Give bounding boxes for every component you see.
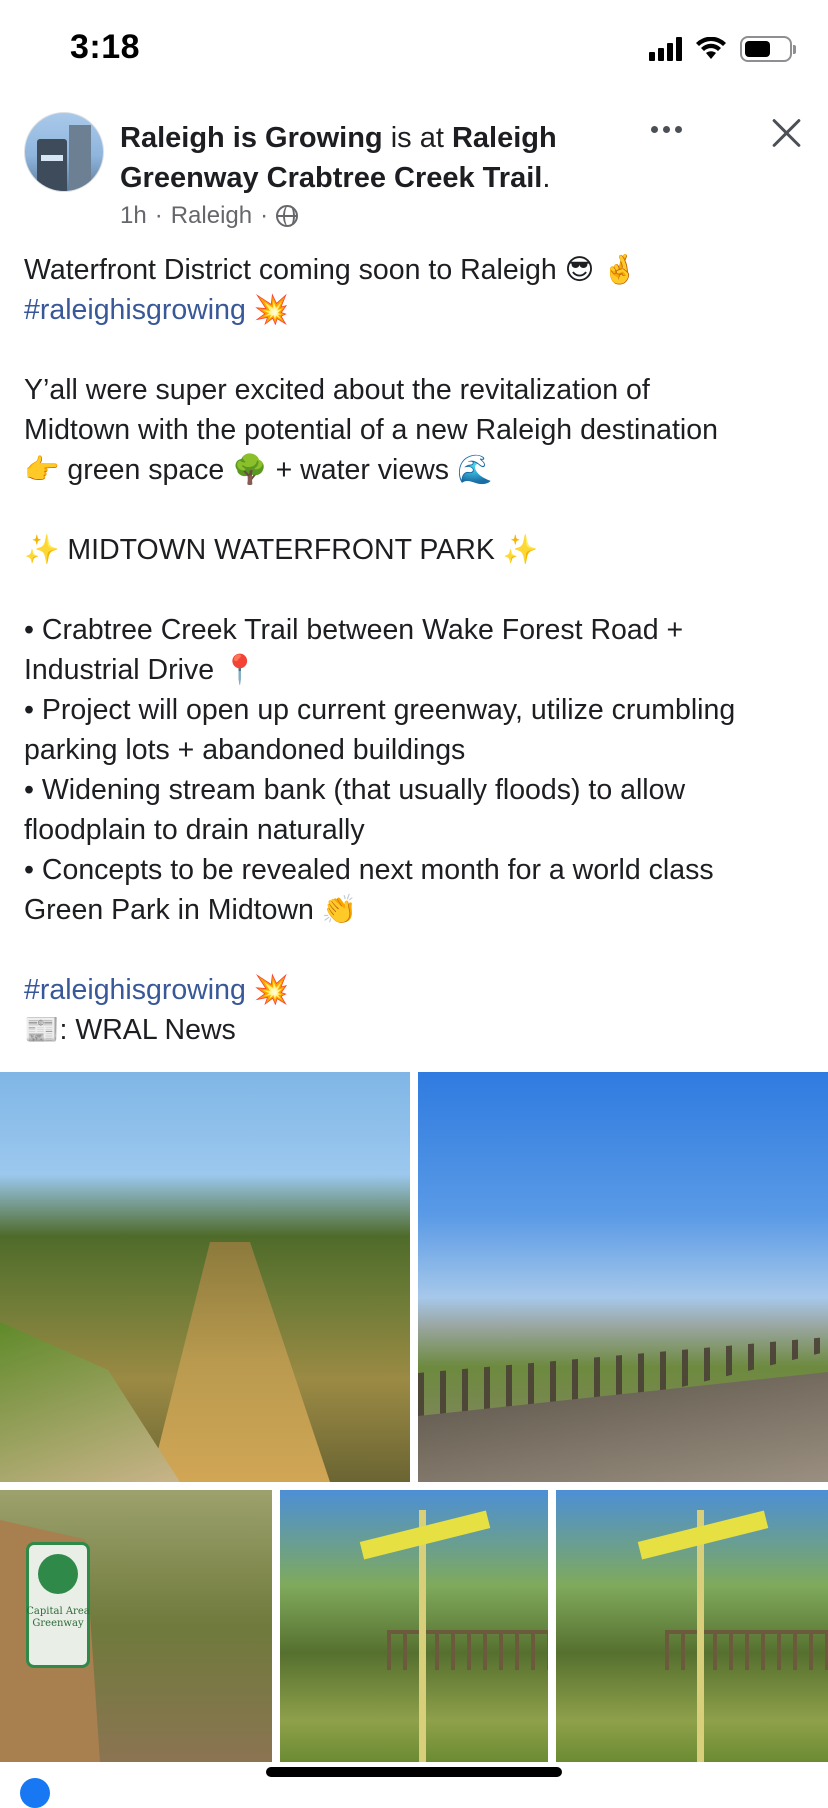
post-line: 📰: WRAL News [24,1014,236,1046]
post-line: Industrial Drive 📍 [24,654,258,686]
photo-boardwalk[interactable] [418,1072,828,1482]
explosion-emoji: 💥 [253,974,290,1006]
post-header: Raleigh is Growing is at Raleigh Greenwa… [24,112,804,242]
post-line: • Concepts to be revealed next month for… [24,854,714,886]
post-line: ✨ MIDTOWN WATERFRONT PARK ✨ [24,534,539,566]
battery-level [745,41,771,57]
post-place[interactable]: Raleigh [171,202,252,230]
post-line: • Crabtree Creek Trail between Wake Fore… [24,614,684,646]
status-icons [649,36,796,62]
post-line: Waterfront District coming soon to Ralei… [24,254,638,286]
post-body: Waterfront District coming soon to Ralei… [24,250,814,1050]
hashtag-link[interactable]: #raleighisgrowing [24,974,246,1006]
avatar[interactable] [24,112,104,192]
post-time[interactable]: 1h [120,202,147,230]
post-line: 👉 green space 🌳 + water views 🌊 [24,454,493,486]
meta-separator: · [154,202,163,229]
photo-trail-post[interactable] [280,1490,548,1762]
tree-logo-icon [38,1554,78,1594]
meta-separator: · [260,202,269,229]
hashtag-link[interactable]: #raleighisgrowing [24,294,246,326]
home-indicator[interactable] [266,1767,562,1777]
battery-icon [740,36,796,62]
more-icon[interactable] [651,126,682,133]
post-line: parking lots + abandoned buildings [24,734,466,766]
sign-text: Capital Area Greenway [26,1606,90,1629]
photo-greenway-sign[interactable]: Capital Area Greenway [0,1490,272,1762]
post-line: Y’all were super excited about the revit… [24,374,650,406]
post-line: • Project will open up current greenway,… [24,694,736,726]
globe-icon [276,205,299,227]
photo-trail-post[interactable] [556,1490,828,1762]
at-text: is at [382,122,452,154]
status-bar: 3:18 [0,0,828,100]
post-meta: 1h · Raleigh · [120,202,299,230]
post-line: • Widening stream bank (that usually flo… [24,774,686,806]
post-line: Green Park in Midtown 👏 [24,894,358,926]
status-time: 3:18 [70,28,141,66]
cellular-signal-icon [649,37,682,61]
post-line: floodplain to drain naturally [24,814,365,846]
wifi-icon [696,37,726,59]
post-line: Midtown with the potential of a new Rale… [24,414,718,446]
explosion-emoji: 💥 [253,294,290,326]
post-line: #raleighisgrowing 💥 [24,290,814,330]
scroll-indicator-dot [20,1778,50,1808]
post-header-text: Raleigh is Growing is at Raleigh Greenwa… [120,118,680,198]
photo-creek[interactable] [0,1072,410,1482]
close-icon[interactable] [768,114,804,150]
post-line: #raleighisgrowing 💥 [24,970,814,1010]
author-name[interactable]: Raleigh is Growing [120,122,383,154]
period: . [542,162,551,194]
